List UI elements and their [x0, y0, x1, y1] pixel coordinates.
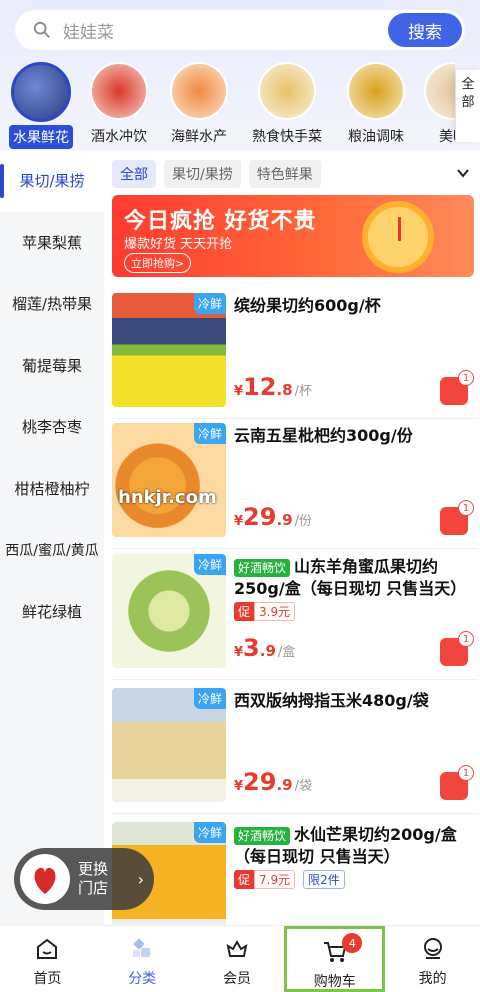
tab-all[interactable]: 全部: [112, 160, 156, 188]
blueberry-image: [11, 62, 71, 122]
product-name: 云南五星枇杷约300g/份: [234, 426, 413, 445]
product-price: ¥29.9/袋: [234, 768, 312, 796]
nav-label: 首页: [33, 971, 62, 987]
product-image: 冷鲜: [112, 293, 226, 407]
category-label: 粮油调味: [348, 129, 404, 145]
category-icon: [133, 938, 151, 957]
chevron-down-icon[interactable]: [456, 166, 470, 180]
cart-badge: 4: [342, 933, 363, 953]
banner-cta[interactable]: 立即抢购>: [124, 253, 192, 273]
sidebar-item[interactable]: 柑桔橙柚柠: [0, 458, 104, 520]
tab-special-fruit[interactable]: 特色鲜果: [248, 160, 321, 188]
sidebar-item[interactable]: 榴莲/热带果: [0, 273, 104, 335]
banner-title: 今日疯抢 好货不贵: [124, 209, 317, 234]
nav-category[interactable]: 分类: [95, 926, 190, 992]
sidebar-item[interactable]: 苹果梨蕉: [0, 212, 104, 274]
snack-image: [424, 62, 455, 120]
category-label: 海鲜水产: [171, 129, 227, 145]
category-label: 熟食快手菜: [252, 129, 322, 145]
nav-label: 分类: [128, 971, 157, 987]
product-card[interactable]: 冷鲜 云南五星枇杷约300g/份 ¥29.9/份 1: [112, 415, 478, 549]
all-categories-button[interactable]: 全部: [456, 70, 480, 142]
member-crown-icon: [226, 939, 248, 957]
product-price: ¥3.9/盒: [234, 634, 296, 662]
category-deli[interactable]: 熟食快手菜: [246, 58, 328, 146]
product-card[interactable]: 冷鲜 西双版纳拇指玉米480g/袋 ¥29.9/袋 1: [112, 680, 478, 814]
banner-subtitle: 爆款好货 天天开抢: [124, 237, 233, 252]
nav-label: 购物车: [313, 974, 356, 990]
product-image: 冷鲜: [112, 423, 226, 537]
promo-badge: 好酒畅饮: [234, 559, 291, 577]
cart-count-badge: 1: [458, 370, 474, 386]
search-icon: [33, 21, 50, 38]
noodle-image: [258, 62, 316, 120]
alarm-clock-icon: [362, 201, 434, 273]
search-bar[interactable]: 娃娃菜 搜索: [15, 10, 465, 50]
category-label: 水果鲜花: [9, 125, 73, 149]
search-input[interactable]: 娃娃菜: [63, 18, 114, 43]
sidebar-item[interactable]: 葡提莓果: [0, 335, 104, 397]
fresh-tag: 冷鲜: [193, 688, 226, 709]
cart-count-badge: 1: [458, 765, 474, 781]
product-price: ¥29.9/份: [234, 503, 312, 531]
store-logo-icon: [20, 854, 70, 904]
product-image: 冷鲜: [112, 554, 226, 668]
promo-banner[interactable]: 今日疯抢 好货不贵 爆款好货 天天开抢 立即抢购>: [112, 195, 474, 277]
product-name: 缤纷果切约600g/杯: [234, 296, 381, 315]
product-name: 好酒畅饮 水仙芒果切约200g/盒（每日现切 只售当天）: [234, 825, 457, 866]
add-to-cart-button[interactable]: 1: [440, 370, 474, 405]
add-to-cart-button[interactable]: 1: [440, 765, 474, 800]
category-label: 酒水冲饮: [91, 129, 147, 145]
filter-tabs: 全部 果切/果捞 特色鲜果: [112, 160, 321, 188]
nav-label: 会员: [222, 971, 251, 987]
sidebar-item[interactable]: 西瓜/蜜瓜/黄瓜: [0, 519, 104, 581]
nav-cart[interactable]: 4 购物车: [284, 926, 386, 992]
add-to-cart-button[interactable]: 1: [440, 500, 474, 535]
fresh-tag: 冷鲜: [193, 293, 226, 314]
promo-tags: 促 3.9元: [234, 602, 296, 621]
fresh-tag: 冷鲜: [193, 822, 226, 843]
product-card[interactable]: 冷鲜 缤纷果切约600g/杯 ¥12.8/杯 1: [112, 285, 478, 419]
category-fruit[interactable]: 水果鲜花: [0, 58, 82, 149]
fresh-tag: 冷鲜: [193, 423, 226, 444]
category-drinks[interactable]: 酒水冲饮: [78, 58, 160, 146]
add-to-cart-button[interactable]: 1: [440, 631, 474, 666]
watermark: hnkjr.com: [118, 487, 217, 508]
drinks-image: [90, 62, 148, 120]
change-store-button[interactable]: 更换 门店 ›: [14, 848, 154, 910]
nav-home[interactable]: 首页: [0, 926, 95, 992]
category-seafood[interactable]: 海鲜水产: [158, 58, 240, 146]
search-button[interactable]: 搜索: [388, 13, 462, 47]
chevron-right-icon: ›: [137, 870, 144, 889]
store-label: 更换 门店: [78, 860, 109, 897]
product-card[interactable]: 冷鲜 好酒畅饮 山东羊角蜜瓜果切约250g/盒（每日现切 只售当天） 促 3.9元 …: [112, 546, 478, 680]
category-strip: 水果鲜花 酒水冲饮 海鲜水产 熟食快手菜 粮油调味 美味: [0, 58, 455, 150]
fresh-tag: 冷鲜: [193, 554, 226, 575]
nav-member[interactable]: 会员: [190, 926, 285, 992]
sidebar-item[interactable]: 桃李杏枣: [0, 396, 104, 458]
home-icon: [37, 938, 58, 959]
product-image: 冷鲜: [112, 688, 226, 802]
shrimp-image: [170, 62, 228, 120]
category-snacks[interactable]: 美味: [412, 58, 455, 146]
cart-count-badge: 1: [458, 500, 474, 516]
category-grain-oil[interactable]: 粮油调味: [335, 58, 417, 146]
sidebar-item[interactable]: 鲜花绿植: [0, 581, 104, 643]
tab-fruit-cut[interactable]: 果切/果捞: [164, 160, 241, 188]
profile-icon: [423, 938, 442, 959]
promo-tags: 促 7.9元 限2件: [234, 870, 345, 889]
product-name: 好酒畅饮 山东羊角蜜瓜果切约250g/盒（每日现切 只售当天）: [234, 557, 467, 598]
bottom-nav: 首页 分类 会员 4 购物车 我的: [0, 925, 480, 992]
nav-label: 我的: [418, 971, 447, 987]
oil-image: [347, 62, 405, 120]
sidebar: 果切/果捞 苹果梨蕉 榴莲/热带果 葡提莓果 桃李杏枣 柑桔橙柚柠 西瓜/蜜瓜/…: [0, 150, 104, 925]
nav-mine[interactable]: 我的: [385, 926, 480, 992]
cart-count-badge: 1: [458, 631, 474, 647]
category-label: 美味: [439, 129, 455, 145]
promo-badge: 好酒畅饮: [234, 827, 291, 845]
sidebar-item[interactable]: 果切/果捞: [0, 150, 104, 212]
product-price: ¥12.8/杯: [234, 373, 312, 401]
product-name: 西双版纳拇指玉米480g/袋: [234, 691, 429, 710]
